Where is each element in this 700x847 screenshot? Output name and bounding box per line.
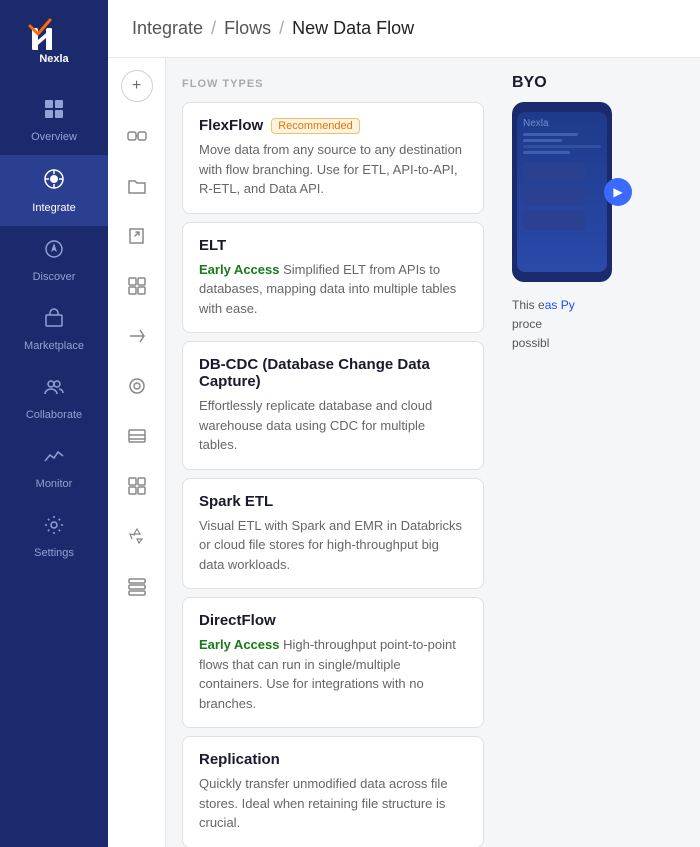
breadcrumb-sep-2: / xyxy=(279,18,284,39)
elt-desc: Early Access Simplified ELT from APIs to… xyxy=(199,260,467,319)
table-icon[interactable] xyxy=(121,420,153,452)
target-icon[interactable] xyxy=(121,370,153,402)
discover-icon xyxy=(43,238,65,266)
grid2-icon[interactable] xyxy=(121,470,153,502)
main-content: Integrate / Flows / New Data Flow + xyxy=(108,0,700,847)
replication-desc: Quickly transfer unmodified data across … xyxy=(199,774,467,833)
preview-title: BYO xyxy=(512,74,688,92)
breadcrumb-integrate[interactable]: Integrate xyxy=(132,18,203,39)
export-icon[interactable] xyxy=(121,220,153,252)
replication-title: Replication xyxy=(199,751,467,768)
play-button[interactable]: ▶ xyxy=(604,178,632,206)
flexflow-title: FlexFlow Recommended xyxy=(199,117,467,134)
login-icon[interactable] xyxy=(121,320,153,352)
sidebar-item-settings[interactable]: Settings xyxy=(0,502,108,571)
db-cdc-title: DB-CDC (Database Change Data Capture) xyxy=(199,356,467,390)
integrate-icon xyxy=(42,167,66,197)
recycle-icon[interactable] xyxy=(121,520,153,552)
breadcrumb-current: New Data Flow xyxy=(292,18,414,39)
settings-icon xyxy=(43,514,65,542)
preview-description: This eas Pyprocepossibl xyxy=(512,296,688,354)
tools-panel: + xyxy=(108,58,166,847)
directflow-early-badge: Early Access xyxy=(199,637,279,652)
sidebar-item-integrate[interactable]: Integrate xyxy=(0,155,108,226)
add-button[interactable]: + xyxy=(121,70,153,102)
spark-etl-title: Spark ETL xyxy=(199,493,467,510)
flow-types-label: FLOW TYPES xyxy=(182,78,484,90)
svg-text:Nexla: Nexla xyxy=(39,53,69,65)
directflow-desc: Early Access High-throughput point-to-po… xyxy=(199,635,467,713)
settings-label: Settings xyxy=(34,547,74,559)
sidebar-item-discover[interactable]: Discover xyxy=(0,226,108,295)
marketplace-label: Marketplace xyxy=(24,340,84,352)
grid-icon[interactable] xyxy=(121,270,153,302)
marketplace-icon xyxy=(43,307,65,335)
folder-icon[interactable] xyxy=(121,170,153,202)
sidebar-item-marketplace[interactable]: Marketplace xyxy=(0,295,108,364)
flexflow-desc: Move data from any source to any destina… xyxy=(199,140,467,199)
db-cdc-card[interactable]: DB-CDC (Database Change Data Capture) Ef… xyxy=(182,341,484,470)
collaborate-icon xyxy=(43,376,65,404)
sidebar: Nexla Overview Integrate Discover xyxy=(0,0,108,847)
elt-card[interactable]: ELT Early Access Simplified ELT from API… xyxy=(182,222,484,334)
header: Integrate / Flows / New Data Flow xyxy=(108,0,700,58)
db-cdc-desc: Effortlessly replicate database and clou… xyxy=(199,396,467,455)
sidebar-item-monitor[interactable]: Monitor xyxy=(0,433,108,502)
directflow-card[interactable]: DirectFlow Early Access High-throughput … xyxy=(182,597,484,728)
spark-etl-card[interactable]: Spark ETL Visual ETL with Spark and EMR … xyxy=(182,478,484,590)
flow-types-panel: FLOW TYPES FlexFlow Recommended Move dat… xyxy=(166,58,500,847)
integrate-label: Integrate xyxy=(32,202,75,214)
elt-early-badge: Early Access xyxy=(199,262,279,277)
server-icon[interactable] xyxy=(121,570,153,602)
overview-label: Overview xyxy=(31,131,77,143)
mock-logo: Nexla xyxy=(523,118,601,129)
mock-bar-2 xyxy=(523,139,562,142)
spark-etl-desc: Visual ETL with Spark and EMR in Databri… xyxy=(199,516,467,575)
replication-card[interactable]: Replication Quickly transfer unmodified … xyxy=(182,736,484,847)
overview-icon xyxy=(43,98,65,126)
recommended-badge: Recommended xyxy=(271,118,360,134)
mock-bar-1 xyxy=(523,133,578,136)
monitor-label: Monitor xyxy=(36,478,73,490)
preview-mock: Nexla xyxy=(512,102,612,282)
preview-panel: BYO Nexla ▶ This eas xyxy=(500,58,700,847)
mock-screen: Nexla xyxy=(517,112,607,272)
collaborate-label: Collaborate xyxy=(26,409,82,421)
monitor-icon xyxy=(43,445,65,473)
flow-icon[interactable] xyxy=(121,120,153,152)
discover-label: Discover xyxy=(33,271,76,283)
logo: Nexla xyxy=(24,0,84,86)
directflow-title: DirectFlow xyxy=(199,612,467,629)
elt-title: ELT xyxy=(199,237,467,254)
flexflow-card[interactable]: FlexFlow Recommended Move data from any … xyxy=(182,102,484,214)
sidebar-item-overview[interactable]: Overview xyxy=(0,86,108,155)
breadcrumb-sep-1: / xyxy=(211,18,216,39)
content-area: + xyxy=(108,58,700,847)
breadcrumb-flows[interactable]: Flows xyxy=(224,18,271,39)
sidebar-item-collaborate[interactable]: Collaborate xyxy=(0,364,108,433)
